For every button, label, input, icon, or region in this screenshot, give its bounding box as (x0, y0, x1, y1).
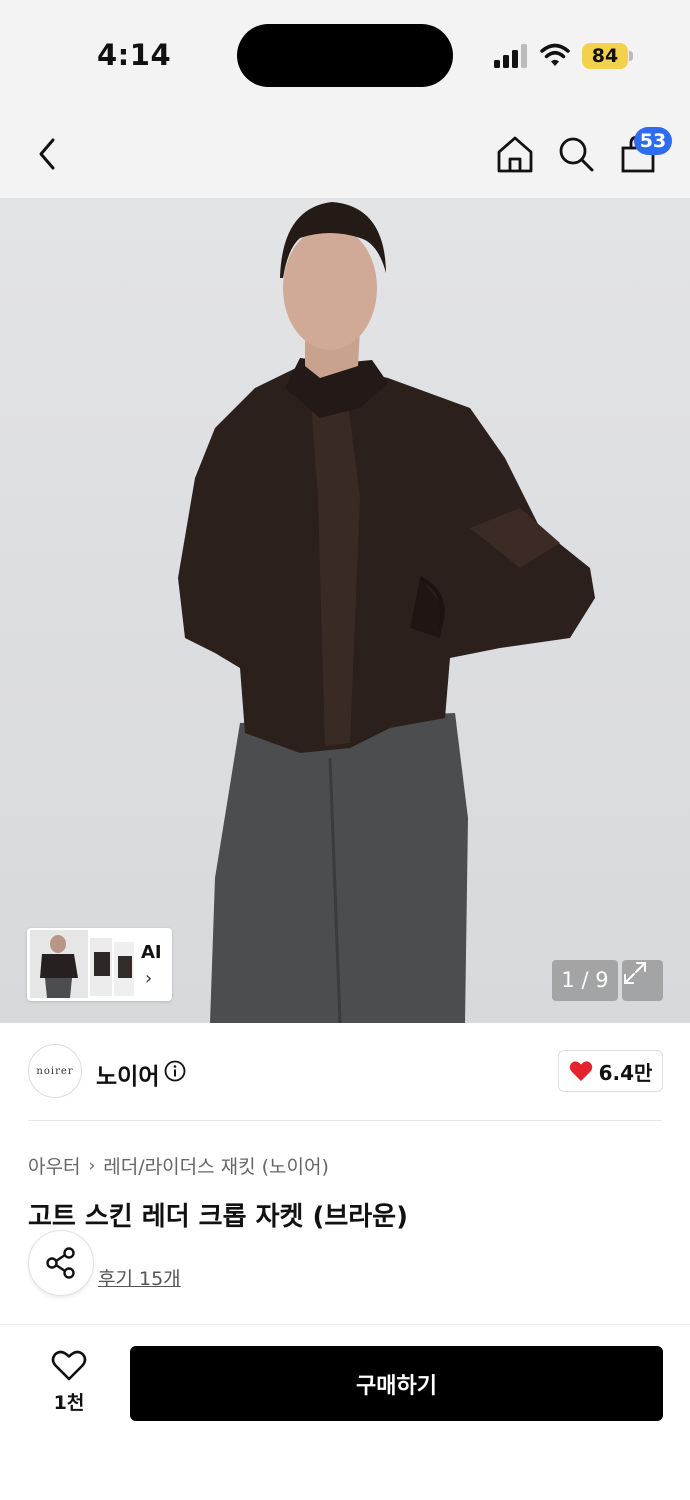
buy-button[interactable]: 구매하기 (130, 1346, 663, 1421)
breadcrumb: 아우터 › 레더/라이더스 재킷 (노이어) (28, 1152, 329, 1179)
home-icon (497, 136, 533, 173)
status-bar: 4:14 84 (0, 0, 690, 110)
status-time: 4:14 (97, 38, 172, 72)
cart-count-badge: 53 (634, 127, 672, 155)
breadcrumb-subcategory[interactable]: 레더/라이더스 재킷 (노이어) (103, 1152, 329, 1179)
chevron-right-icon: › (145, 968, 153, 989)
expand-image-button[interactable] (622, 960, 663, 1001)
ai-label: AI (141, 942, 162, 963)
search-icon (559, 137, 594, 172)
image-page-counter: 1 / 9 (552, 960, 618, 1001)
wishlist-button[interactable]: 1천 (36, 1348, 102, 1418)
product-photo (178, 202, 595, 1023)
expand-icon (624, 962, 646, 984)
divider (28, 1120, 662, 1121)
top-nav-bar (0, 110, 690, 198)
share-button[interactable] (28, 1230, 94, 1296)
wishlist-count: 1천 (53, 1392, 85, 1414)
share-icon (46, 1247, 75, 1279)
signal-icon (494, 44, 527, 68)
ai-thumbnail-image (30, 930, 134, 998)
back-icon (39, 138, 55, 170)
review-link[interactable]: 후기 15개 (98, 1264, 181, 1291)
home-button[interactable] (489, 128, 541, 180)
battery-icon: 84 (582, 43, 628, 69)
brand-like-button[interactable]: 6.4만 (558, 1050, 663, 1092)
back-button[interactable] (22, 128, 74, 180)
product-image[interactable]: AI › 1 / 9 (0, 198, 690, 1023)
brand-logo-text: noirer (36, 1065, 74, 1077)
ai-styling-thumbnail[interactable]: AI › (27, 928, 172, 1001)
wifi-icon (540, 43, 570, 66)
search-button[interactable] (550, 128, 602, 180)
heart-outline-icon (51, 1350, 87, 1381)
breadcrumb-category[interactable]: 아우터 (28, 1152, 80, 1179)
dynamic-island (237, 24, 453, 87)
battery-level: 84 (591, 45, 619, 67)
product-title: 고트 스킨 레더 크롭 자켓 (브라운) (28, 1202, 408, 1232)
heart-filled-icon (569, 1061, 592, 1081)
brand-logo[interactable]: noirer (28, 1044, 82, 1098)
divider (0, 1324, 690, 1325)
info-icon[interactable] (164, 1060, 186, 1082)
brand-name[interactable]: 노이어 (96, 1057, 159, 1091)
battery-cap (629, 51, 633, 61)
brand-like-count: 6.4만 (598, 1060, 653, 1085)
breadcrumb-separator-icon: › (88, 1155, 96, 1176)
